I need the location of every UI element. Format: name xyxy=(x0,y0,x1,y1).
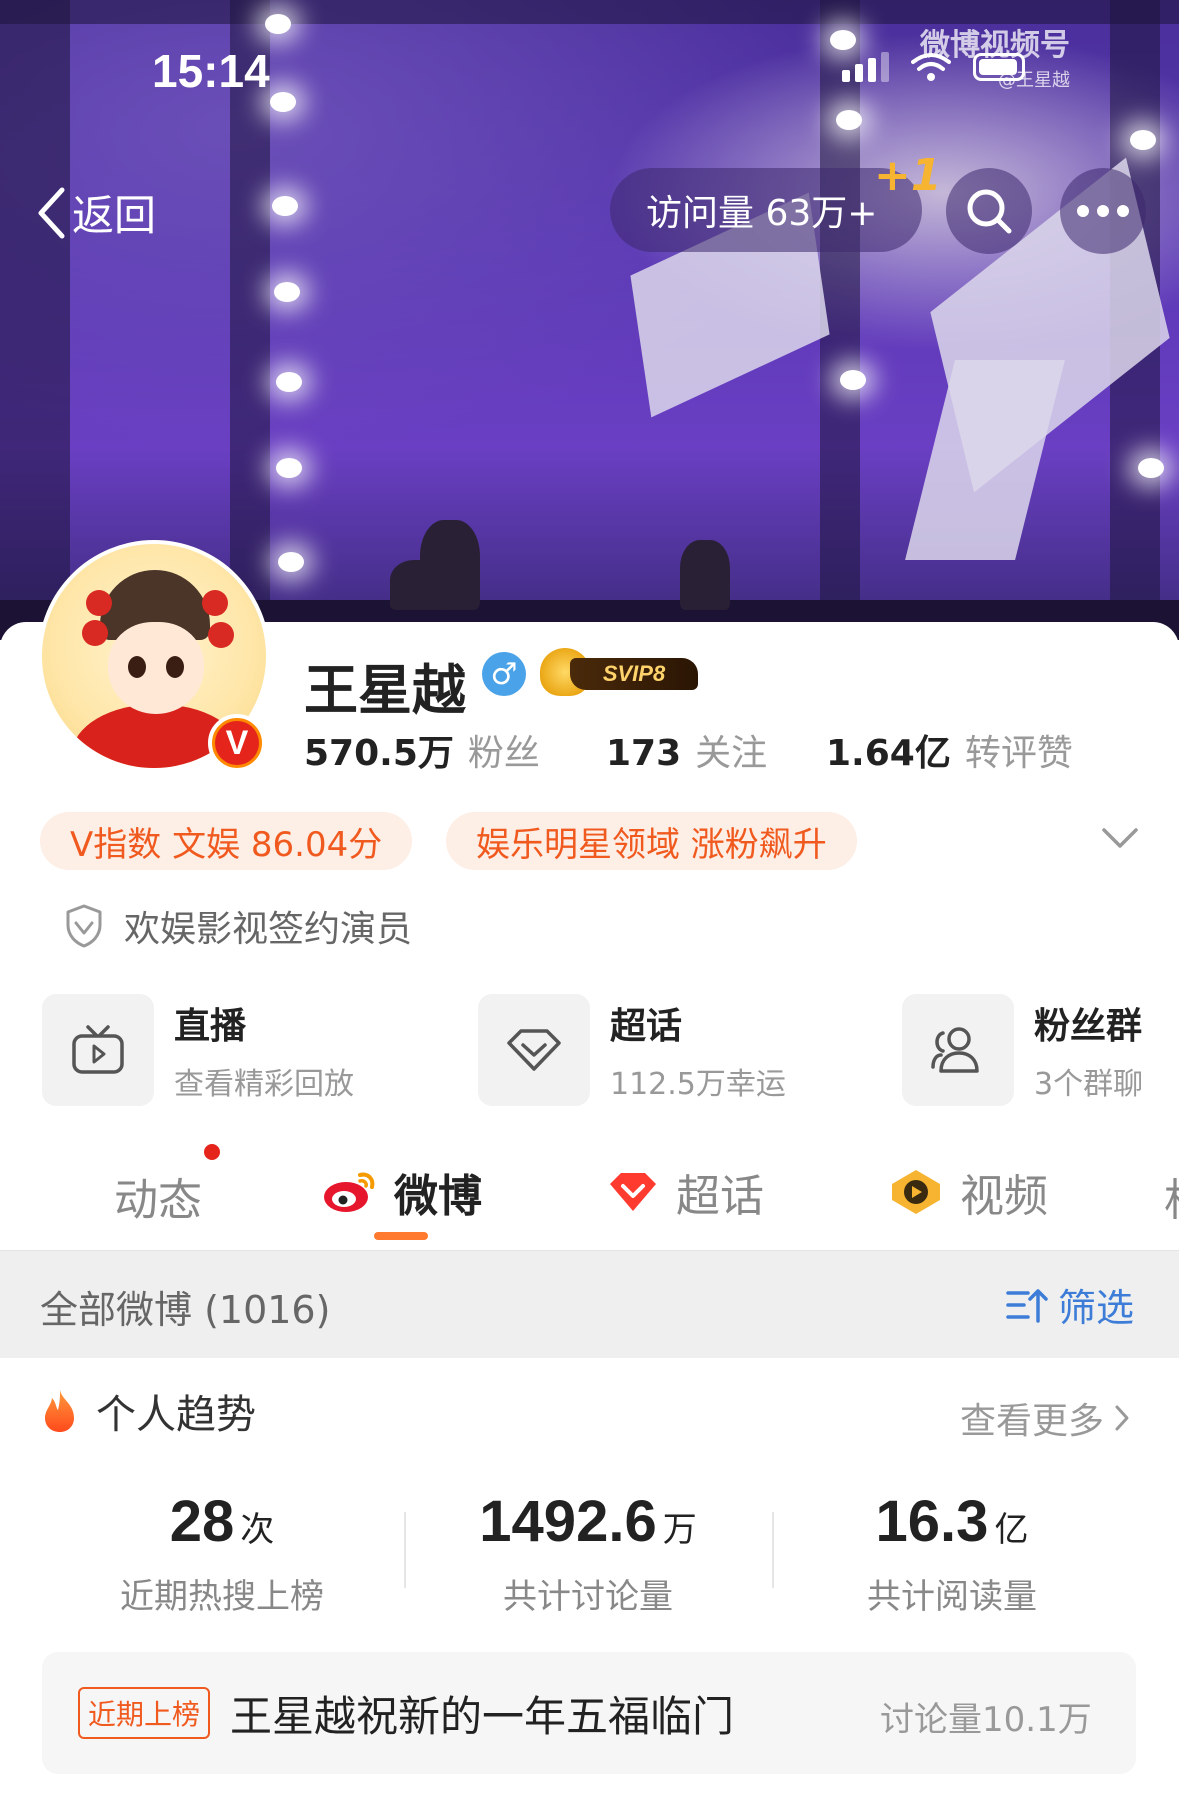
wifi-icon xyxy=(911,53,951,81)
status-time: 15:14 xyxy=(152,45,270,97)
metric-reads-label: 共计阅读量 xyxy=(867,1577,1037,1617)
status-icons xyxy=(842,52,1025,82)
group-icon xyxy=(931,1027,979,1073)
tv-icon xyxy=(72,1025,124,1074)
metric-reads-unit: 亿 xyxy=(994,1510,1029,1550)
see-more-label: 查看更多 xyxy=(960,1401,1105,1442)
more-button[interactable] xyxy=(1060,168,1146,254)
stat-fans-label: 粉丝 xyxy=(467,733,540,774)
verified-badge-label: V xyxy=(215,721,259,765)
tab-video[interactable]: 视频 xyxy=(888,1160,1048,1224)
search-icon xyxy=(967,189,1012,234)
metric-reads-value: 16.3 xyxy=(875,1489,989,1554)
tab-album[interactable]: 相 xyxy=(1164,1164,1179,1228)
service-fan-group[interactable]: 粉丝群 3个群聊 xyxy=(902,994,1143,1106)
verified-badge: V xyxy=(208,714,266,772)
metric-hot-search-value: 28 xyxy=(169,1489,235,1554)
video-play-icon xyxy=(892,1170,940,1214)
supertopic-diamond-icon xyxy=(610,1173,656,1211)
tab-activity[interactable]: 动态 xyxy=(114,1164,202,1228)
more-dots-icon xyxy=(1077,205,1129,217)
tab-supertopic-label: 超话 xyxy=(676,1171,764,1222)
stat-following[interactable]: 173 关注 xyxy=(606,724,767,776)
filter-button[interactable]: 筛选 xyxy=(1006,1277,1134,1332)
back-label: 返回 xyxy=(72,191,157,240)
metric-discussion-value: 1492.6 xyxy=(479,1489,657,1554)
filter-label: 筛选 xyxy=(1058,1286,1135,1330)
unread-dot xyxy=(204,1144,220,1160)
active-tab-indicator xyxy=(374,1232,428,1240)
stat-following-value: 173 xyxy=(606,733,682,774)
all-posts-count: 全部微博 (1016) xyxy=(40,1288,331,1332)
visits-label: 访问量 63万+ xyxy=(646,193,878,234)
fan-growth-tag[interactable]: 娱乐明星领域 涨粉飙升 xyxy=(446,812,857,870)
divider xyxy=(404,1512,406,1588)
service-fan-group-title: 粉丝群 xyxy=(1034,1006,1143,1047)
tab-weibo[interactable]: 微博 xyxy=(322,1160,482,1224)
search-button[interactable] xyxy=(946,168,1032,254)
verification-info: 欢娱影视签约演员 xyxy=(64,900,412,952)
male-gender-icon: ♂ xyxy=(482,652,526,696)
diamond-icon xyxy=(507,1029,561,1071)
chevron-down-icon[interactable] xyxy=(1100,826,1140,850)
service-live-subtitle: 查看精彩回放 xyxy=(174,1067,354,1102)
hot-search-item[interactable]: 近期上榜 王星越祝新的一年五福临门 讨论量10.1万 xyxy=(42,1652,1136,1774)
tab-weibo-label: 微博 xyxy=(394,1171,482,1222)
profile-name: 王星越 xyxy=(304,659,466,722)
service-fan-group-subtitle: 3个群聊 xyxy=(1034,1067,1144,1102)
trend-header: 个人趋势 xyxy=(40,1382,256,1440)
plus-one-badge: +1 xyxy=(874,150,942,201)
chevron-left-icon xyxy=(38,187,65,238)
divider xyxy=(772,1512,774,1588)
metric-reads[interactable]: 16.3 亿 共计阅读量 xyxy=(802,1488,1102,1618)
stat-following-label: 关注 xyxy=(695,733,768,774)
metric-hot-search-unit: 次 xyxy=(240,1510,275,1550)
see-more-link[interactable]: 查看更多 xyxy=(960,1392,1130,1444)
tab-activity-label: 动态 xyxy=(114,1175,202,1226)
svip-label: SVIP8 xyxy=(570,658,698,690)
metric-hot-search-label: 近期热搜上榜 xyxy=(120,1577,324,1617)
profile-tabs: 动态 微博 超话 视频 相 xyxy=(0,1150,1179,1246)
stat-interactions-label: 转评赞 xyxy=(964,733,1073,774)
back-button[interactable]: 返回 xyxy=(36,182,156,243)
verification-text: 欢娱影视签约演员 xyxy=(124,909,413,950)
stat-interactions-value: 1.64亿 xyxy=(826,733,951,774)
shield-icon xyxy=(66,904,102,948)
metric-discussion-label: 共计讨论量 xyxy=(503,1577,673,1617)
hot-search-discussion: 讨论量10.1万 xyxy=(880,1700,1092,1740)
filter-bar: 全部微博 (1016) 筛选 xyxy=(0,1250,1179,1358)
service-supertopic-title: 超话 xyxy=(610,1006,683,1047)
tab-video-label: 视频 xyxy=(960,1171,1048,1222)
v-index-tag[interactable]: V指数 文娱 86.04分 xyxy=(40,812,413,870)
service-live[interactable]: 直播 查看精彩回放 xyxy=(42,994,354,1106)
stat-interactions[interactable]: 1.64亿 转评赞 xyxy=(826,724,1073,776)
metric-hot-search[interactable]: 28 次 近期热搜上榜 xyxy=(72,1488,372,1618)
weibo-logo-icon xyxy=(324,1172,375,1212)
signal-icon xyxy=(842,52,889,82)
stat-fans[interactable]: 570.5万 粉丝 xyxy=(304,724,540,776)
metric-discussion[interactable]: 1492.6 万 共计讨论量 xyxy=(438,1488,738,1618)
battery-icon xyxy=(973,53,1025,81)
metric-discussion-unit: 万 xyxy=(662,1510,697,1550)
service-supertopic-subtitle: 112.5万幸运 xyxy=(610,1067,786,1102)
tab-supertopic[interactable]: 超话 xyxy=(606,1160,764,1224)
recent-trending-badge: 近期上榜 xyxy=(78,1687,211,1739)
service-supertopic[interactable]: 超话 112.5万幸运 xyxy=(478,994,786,1106)
trend-title: 个人趋势 xyxy=(96,1392,256,1438)
hot-search-title: 王星越祝新的一年五福临门 xyxy=(230,1691,735,1741)
svip-badge[interactable]: SVIP8 xyxy=(540,648,700,696)
stat-fans-value: 570.5万 xyxy=(304,733,454,774)
filter-icon xyxy=(1006,1288,1048,1323)
fire-icon xyxy=(45,1390,74,1432)
chevron-right-icon xyxy=(1115,1405,1129,1431)
service-live-title: 直播 xyxy=(174,1006,247,1047)
